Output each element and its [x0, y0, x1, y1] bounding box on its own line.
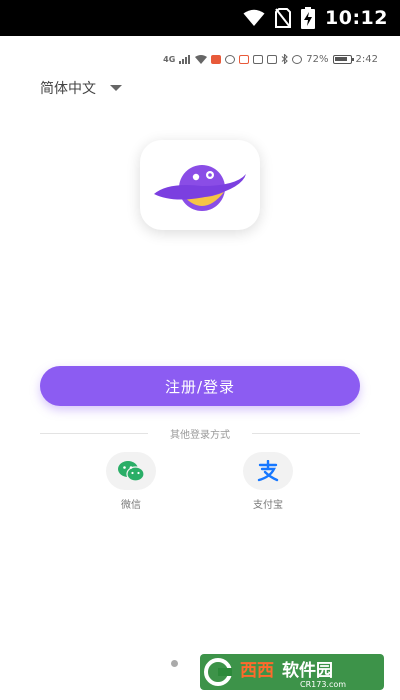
alipay-icon: [257, 460, 279, 482]
register-login-button[interactable]: 注册/登录: [40, 366, 360, 406]
wifi-icon: [195, 54, 208, 64]
signal-icon: [179, 54, 191, 64]
language-label: 简体中文: [40, 81, 96, 97]
message-icon: [239, 54, 250, 64]
wifi-icon: [243, 9, 265, 26]
svg-text:西西: 西西: [240, 661, 274, 681]
system-time: 10:12: [325, 7, 388, 29]
app-status-time: 2:42: [355, 53, 378, 65]
vibrate-icon: [267, 54, 278, 64]
planet-logo-icon: [154, 165, 246, 211]
caret-down-icon: [110, 85, 122, 91]
eye-icon: [225, 54, 236, 64]
bluetooth-icon: [281, 54, 289, 64]
alipay-label: 支付宝: [253, 500, 283, 511]
notification-icon: [211, 54, 222, 64]
battery-percent: 72%: [306, 53, 329, 65]
battery-icon: [332, 54, 354, 64]
alipay-login-button[interactable]: 支付宝: [238, 452, 298, 511]
watermark-logo: 西西 软件园 CR173.com: [200, 654, 384, 690]
alipay-icon-circle: [243, 452, 293, 490]
wechat-login-button[interactable]: 微信: [101, 452, 161, 511]
svg-text:软件园: 软件园: [282, 660, 333, 681]
page-indicator-dot: [171, 660, 178, 667]
wechat-icon-circle: [106, 452, 156, 490]
wechat-icon: [118, 461, 145, 482]
app-status-bar: 4G 72% 2:42: [0, 48, 400, 70]
other-login-divider: 其他登录方式: [40, 425, 360, 441]
battery-charging-icon: [301, 7, 316, 29]
system-status-bar: 10:12: [0, 0, 400, 36]
svg-text:CR173.com: CR173.com: [300, 680, 346, 689]
alarm-icon: [292, 54, 303, 64]
divider-line-right: [252, 433, 360, 434]
app-logo: [140, 140, 260, 230]
no-sim-icon: [275, 8, 292, 28]
network-label: 4G: [163, 54, 176, 64]
wechat-label: 微信: [121, 500, 141, 511]
nfc-icon: [253, 54, 264, 64]
language-selector[interactable]: 简体中文: [40, 78, 122, 98]
